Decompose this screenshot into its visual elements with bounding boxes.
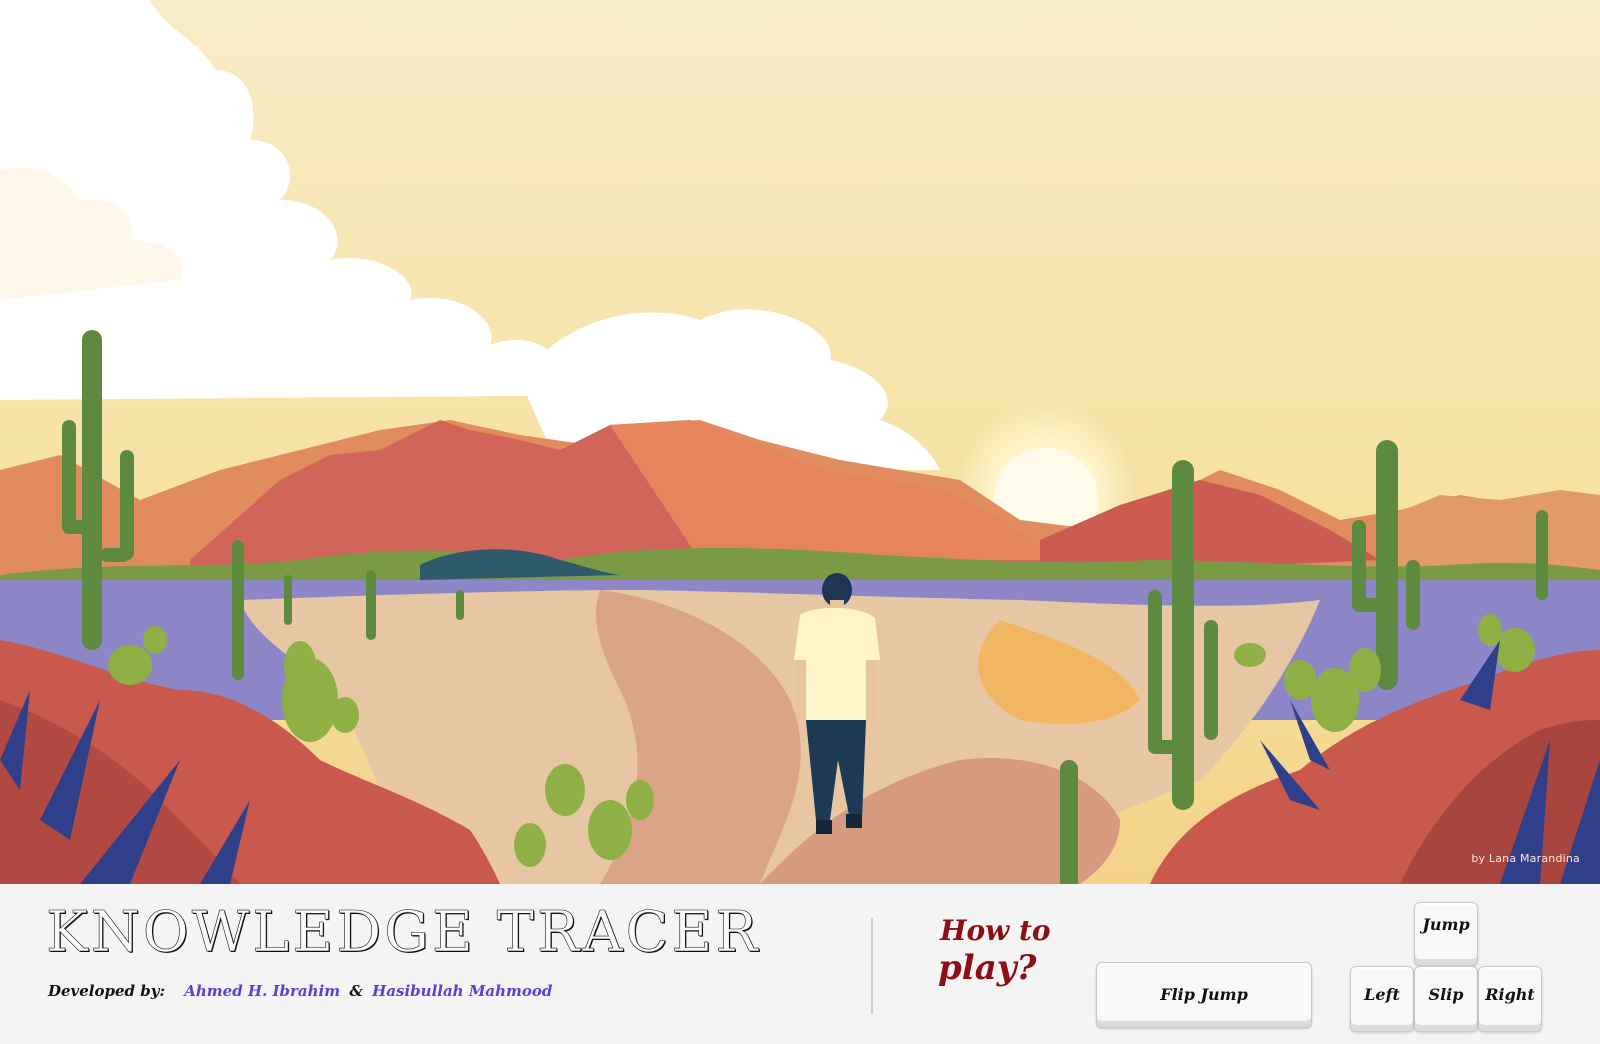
developer-credits: Developed by: Ahmed H. Ibrahim & Hasibul… xyxy=(48,982,552,1000)
game-scene: by Lana Marandina xyxy=(0,0,1600,884)
developed-by-label: Developed by: xyxy=(48,982,165,1000)
right-label: Right xyxy=(1485,985,1535,1004)
how-to-play-line2: play? xyxy=(938,947,1037,988)
jump-key[interactable]: Jump xyxy=(1414,902,1478,966)
how-to-play-label[interactable]: How to play? xyxy=(938,914,1051,988)
flip-jump-label: Flip Jump xyxy=(1160,985,1248,1004)
footer-divider xyxy=(871,918,873,1014)
slip-label: Slip xyxy=(1428,985,1464,1004)
illustration-credit: by Lana Marandina xyxy=(1471,852,1580,865)
author-link-2[interactable]: Hasibullah Mahmood xyxy=(372,982,552,1000)
slip-key[interactable]: Slip xyxy=(1414,966,1478,1032)
left-key[interactable]: Left xyxy=(1350,966,1414,1032)
desert-landscape-illustration xyxy=(0,0,1600,884)
game-title: KNOWLEDGE TRACER xyxy=(46,900,761,966)
how-to-play-line1: How to xyxy=(940,914,1051,947)
jump-label: Jump xyxy=(1422,915,1470,934)
author-separator: & xyxy=(349,982,363,1000)
author-link-1[interactable]: Ahmed H. Ibrahim xyxy=(184,982,340,1000)
flip-jump-key[interactable]: Flip Jump xyxy=(1096,962,1312,1028)
left-label: Left xyxy=(1364,985,1400,1004)
right-key[interactable]: Right xyxy=(1478,966,1542,1032)
